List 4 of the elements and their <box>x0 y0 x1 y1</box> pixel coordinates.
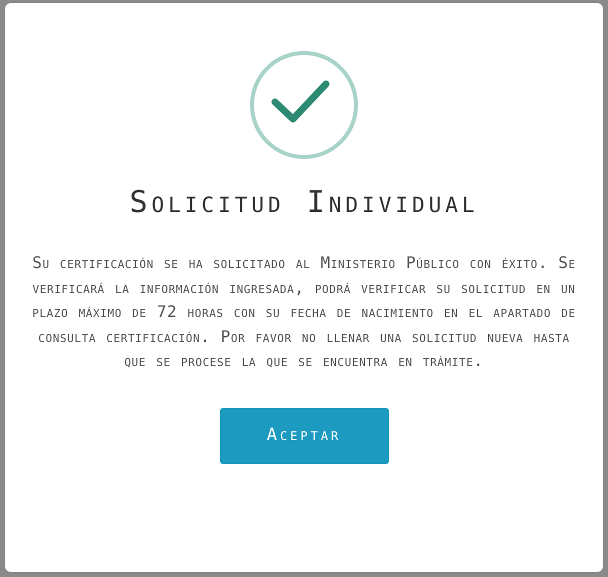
dialog-title: Solicitud Individual <box>129 185 479 221</box>
accept-button[interactable]: Aceptar <box>220 408 388 464</box>
dialog-message: Su certificación se ha solicitado al Ministerio Público con éxito. Se verificará la información ingresada, podrá verificar su solicitud en un plazo máximo de 72 horas con su fecha de nacimiento en el apartado de consulta certificación. Por favor no llenar una solicitud nueva hasta que se procese la que se encuentra en trámite. <box>31 252 577 372</box>
checkmark-circle-icon <box>248 49 360 161</box>
